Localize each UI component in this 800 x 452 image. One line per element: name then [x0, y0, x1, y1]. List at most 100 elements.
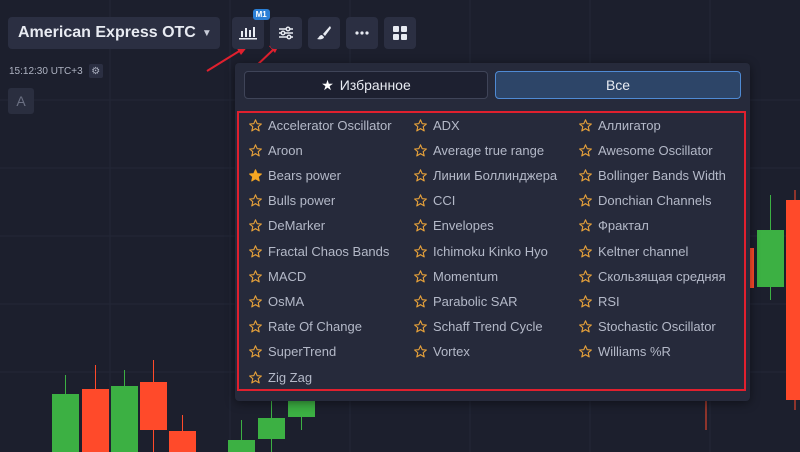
star-filled-icon[interactable] [249, 169, 262, 182]
indicator-item[interactable]: Zig Zag [249, 368, 312, 386]
star-outline-icon[interactable] [579, 269, 592, 283]
indicator-label: Williams %R [598, 344, 671, 360]
chart-type-button[interactable]: M1 [231, 9, 270, 49]
indicator-item[interactable]: Фрактал [579, 217, 649, 235]
indicator-label: CCI [433, 193, 456, 209]
indicator-item[interactable]: Average true range [414, 141, 544, 159]
indicator-label: OsMA [268, 293, 305, 309]
star-outline-icon[interactable] [249, 345, 262, 358]
star-outline-icon[interactable] [579, 143, 592, 157]
indicator-item[interactable]: MACD [249, 267, 306, 285]
star-outline-icon[interactable] [249, 370, 262, 384]
star-outline-icon[interactable] [249, 143, 262, 157]
star-outline-icon[interactable] [579, 345, 592, 358]
star-outline-icon[interactable] [249, 295, 262, 308]
star-outline-icon[interactable] [414, 219, 427, 232]
indicator-label: Momentum [433, 268, 499, 284]
drawings-button[interactable] [307, 17, 340, 49]
candle-body [228, 440, 255, 452]
star-outline-icon[interactable] [414, 345, 427, 358]
star-outline-icon[interactable] [579, 219, 592, 232]
gear-icon[interactable]: ⚙ [88, 64, 103, 78]
indicator-item[interactable]: Keltner channel [579, 242, 688, 260]
indicator-label: ADX [433, 117, 460, 133]
indicators-panel: ★ Избранное Все Accelerator Oscillator Ar… [235, 63, 750, 401]
indicator-item[interactable]: CCI [414, 192, 455, 210]
indicator-item[interactable]: Parabolic SAR [414, 292, 518, 310]
indicator-item[interactable]: Schaff Trend Cycle [414, 318, 543, 336]
star-outline-icon[interactable] [414, 169, 427, 182]
candle-body [288, 400, 315, 417]
star-outline-icon[interactable] [579, 169, 592, 182]
indicator-label: Bears power [268, 167, 341, 183]
indicator-item[interactable]: Rate Of Change [249, 318, 362, 336]
tab-all[interactable]: Все [495, 71, 741, 99]
indicator-item[interactable]: Ichimoku Kinko Hyo [414, 242, 548, 260]
indicator-item[interactable]: Fractal Chaos Bands [249, 242, 389, 260]
tab-favorites-label: Избранное [339, 77, 411, 93]
indicator-item[interactable]: Bulls power [249, 192, 335, 210]
star-outline-icon[interactable] [249, 219, 262, 232]
indicator-item[interactable]: Donchian Channels [579, 192, 711, 210]
indicators-button[interactable] [269, 17, 302, 49]
star-outline-icon[interactable] [249, 194, 262, 207]
star-outline-icon[interactable] [249, 118, 262, 132]
indicator-label: Stochastic Oscillator [598, 319, 716, 335]
indicator-label: DeMarker [268, 218, 326, 234]
star-outline-icon[interactable] [579, 194, 592, 207]
indicator-label: Bulls power [268, 193, 336, 209]
tab-favorites[interactable]: ★ Избранное [244, 71, 488, 99]
star-outline-icon[interactable] [579, 295, 592, 308]
star-icon: ★ [321, 76, 334, 93]
star-outline-icon[interactable] [414, 269, 427, 283]
star-outline-icon[interactable] [579, 244, 592, 258]
candles-chart-icon [238, 27, 257, 40]
star-outline-icon[interactable] [414, 118, 427, 132]
indicator-item[interactable]: Bears power [249, 166, 341, 184]
sliders-icon [278, 26, 293, 40]
candle-body [140, 382, 167, 430]
indicator-item[interactable]: Vortex [414, 343, 470, 361]
star-outline-icon[interactable] [579, 320, 592, 333]
indicator-label: Aroon [268, 142, 303, 158]
indicator-item[interactable]: Williams %R [579, 343, 671, 361]
indicator-item[interactable]: SuperTrend [249, 343, 336, 361]
indicator-label: Donchian Channels [598, 193, 712, 209]
star-outline-icon[interactable] [249, 269, 262, 283]
indicator-item[interactable]: Аллигатор [579, 116, 661, 134]
indicator-item[interactable]: Bollinger Bands Width [579, 166, 726, 184]
star-outline-icon[interactable] [414, 320, 427, 333]
star-outline-icon[interactable] [414, 295, 427, 308]
indicator-item[interactable]: Aroon [249, 141, 303, 159]
indicator-item[interactable]: RSI [579, 292, 620, 310]
star-outline-icon[interactable] [249, 320, 262, 333]
indicator-item[interactable]: Скользящая средняя [579, 267, 726, 285]
indicator-item[interactable]: Accelerator Oscillator [249, 116, 392, 134]
more-button[interactable] [345, 17, 378, 49]
indicator-label: Линии Боллинджера [433, 167, 558, 183]
drawing-label-button[interactable]: A [8, 88, 34, 114]
indicator-item[interactable]: Momentum [414, 267, 498, 285]
star-outline-icon[interactable] [249, 244, 262, 258]
indicator-label: Фрактал [598, 218, 649, 234]
candle-body [111, 386, 138, 452]
ellipsis-icon [355, 31, 369, 35]
indicator-item[interactable]: OsMA [249, 292, 304, 310]
candle-body [757, 230, 784, 287]
indicator-item[interactable]: Awesome Oscillator [579, 141, 713, 159]
indicator-item[interactable]: Envelopes [414, 217, 494, 235]
candle-body [52, 394, 79, 452]
star-outline-icon[interactable] [414, 194, 427, 207]
indicator-item[interactable]: ADX [414, 116, 460, 134]
indicator-label: Zig Zag [268, 369, 313, 385]
star-outline-icon[interactable] [414, 244, 427, 258]
layout-grid-button[interactable] [383, 17, 416, 49]
indicator-label: Fractal Chaos Bands [268, 243, 390, 259]
indicator-item[interactable]: Линии Боллинджера [414, 166, 557, 184]
tab-all-label: Все [605, 77, 631, 93]
star-outline-icon[interactable] [414, 143, 427, 157]
star-outline-icon[interactable] [579, 118, 592, 132]
indicator-item[interactable]: DeMarker [249, 217, 325, 235]
indicator-item[interactable]: Stochastic Oscillator [579, 318, 716, 336]
asset-selector[interactable]: American Express OTC ▼ [8, 17, 220, 49]
